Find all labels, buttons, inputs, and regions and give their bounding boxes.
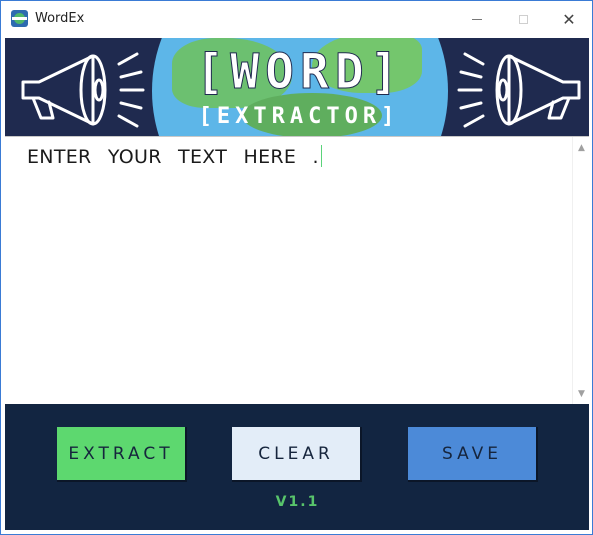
input-text: ENTER YOUR TEXT HERE . (27, 146, 319, 168)
megaphone-right-icon (457, 52, 581, 128)
banner-subtitle: [EXTRACTOR] (198, 104, 400, 129)
text-input-content[interactable]: ENTER YOUR TEXT HERE . (27, 145, 322, 168)
minimize-button[interactable] (454, 1, 500, 37)
megaphone-left-icon (21, 52, 145, 128)
vertical-scrollbar[interactable]: ▲ ▼ (572, 137, 589, 404)
minimize-icon (472, 18, 482, 20)
scroll-up-icon[interactable]: ▲ (573, 139, 590, 156)
close-icon: ✕ (562, 9, 576, 29)
maximize-button[interactable] (500, 1, 546, 37)
scroll-down-icon[interactable]: ▼ (573, 385, 590, 402)
window-title: WordEx (35, 11, 85, 26)
app-logo-icon (11, 10, 28, 27)
banner-title: [WORD] (195, 44, 405, 101)
header-banner: [WORD] [EXTRACTOR] (5, 38, 589, 136)
extract-button[interactable]: EXTRACT (57, 427, 187, 482)
maximize-icon (518, 14, 528, 24)
clear-button[interactable]: CLEAR (232, 427, 362, 482)
action-panel: EXTRACT CLEAR SAVE (5, 404, 589, 530)
text-input-area[interactable]: ENTER YOUR TEXT HERE . ▲ ▼ (5, 136, 589, 404)
save-button[interactable]: SAVE (408, 427, 538, 482)
app-window: WordEx ✕ [WORD] [EXTRACTOR] ENTER YOUR T… (0, 0, 593, 535)
title-bar: WordEx ✕ (1, 1, 592, 37)
close-button[interactable]: ✕ (546, 1, 592, 37)
version-label: V1.1 (275, 494, 320, 510)
text-caret (320, 145, 322, 167)
